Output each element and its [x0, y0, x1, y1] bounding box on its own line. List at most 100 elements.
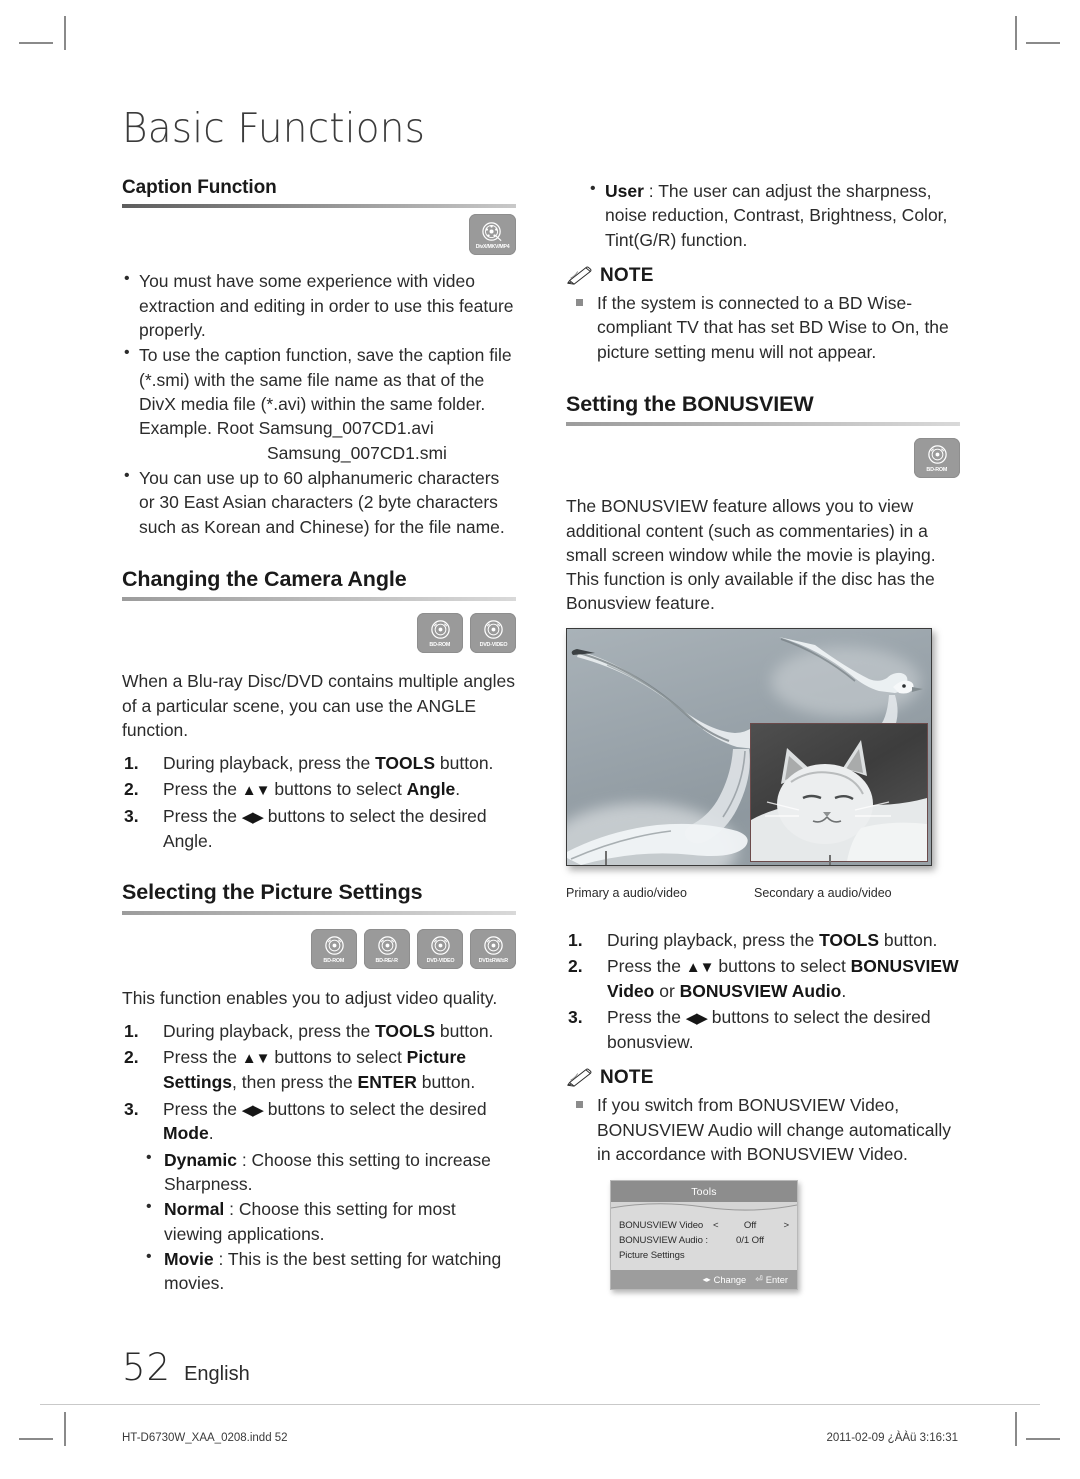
heading-rule — [566, 422, 960, 427]
osd-title: Tools — [611, 1181, 797, 1203]
note-label: NOTE — [600, 1067, 654, 1089]
step-text: Press the — [163, 779, 242, 800]
picture-settings-steps: During playback, press the TOOLS button.… — [122, 1019, 516, 1146]
step-bold: Mode — [163, 1123, 209, 1144]
crop-mark-top-left-vertical — [64, 16, 66, 50]
disc-icon — [482, 222, 502, 241]
osd-rows: BONUSVIEW Video < Off > BONUSVIEW Audio … — [611, 1215, 797, 1271]
step-text-mid-2: or — [654, 980, 680, 1001]
osd-enter-label: Enter — [765, 1274, 788, 1285]
osd-footer: ◂▸ Change ⏎ Enter — [611, 1270, 797, 1290]
updown-arrows-icon: ▲▼ — [241, 1050, 271, 1068]
media-badge-dvd-video: DVD-VIDEO — [470, 613, 516, 654]
page-title: Basic Functions — [122, 104, 426, 152]
step-text-post: . — [841, 980, 847, 1001]
step-text-post: button. — [435, 1021, 494, 1042]
section-caption-function: Caption Function DivX/MKV/MP4 • You must… — [122, 177, 516, 539]
seagull-wing-foreground — [567, 823, 748, 865]
leftright-arrows-icon: ◀▶ — [241, 809, 264, 827]
list-item: You must have some experience with video… — [122, 268, 516, 342]
step-text-mid: buttons to select — [269, 1047, 407, 1068]
step-text: Press the — [607, 956, 686, 977]
picture-mode-list: Dynamic : Choose this setting to increas… — [144, 1147, 516, 1296]
osd-row-bonusview-video[interactable]: BONUSVIEW Video < Off > — [619, 1218, 789, 1233]
disc-icon — [483, 620, 503, 639]
note-label: NOTE — [600, 264, 654, 286]
list-item: If you switch from BONUSVIEW Video, BONU… — [566, 1093, 960, 1166]
list-item: Press the ▲▼ buttons to select BONUSVIEW… — [566, 954, 960, 1003]
crop-mark-bottom-right-horizontal — [1026, 1438, 1060, 1440]
step-text: Press the — [607, 1007, 686, 1028]
cat-illustration — [751, 739, 927, 861]
note-header: NOTE — [566, 1067, 960, 1089]
leader-line-primary — [605, 850, 607, 865]
media-badge-dvd-rw-r: DVD±RW/±R — [470, 928, 516, 969]
pencil-icon — [567, 1068, 592, 1088]
step-bold: Angle — [406, 779, 456, 800]
disc-icon — [324, 936, 344, 955]
step-text-post: button. — [435, 753, 494, 774]
camera-angle-steps: During playback, press the TOOLS button.… — [122, 751, 516, 853]
crop-mark-bottom-right-vertical — [1015, 1412, 1017, 1446]
pencil-icon — [567, 266, 592, 285]
bonusview-intro: The BONUSVIEW feature allows you to view… — [566, 496, 936, 614]
heading-rule — [122, 910, 516, 915]
list-item: Press the ▲▼ buttons to select Picture S… — [122, 1045, 516, 1094]
crop-mark-bottom-left-horizontal — [19, 1438, 53, 1440]
leftright-arrows-icon: ◀▶ — [685, 1010, 708, 1028]
osd-row-picture-settings[interactable]: Picture Settings — [619, 1248, 789, 1263]
osd-row-key: BONUSVIEW Video — [619, 1220, 704, 1232]
section-picture-settings: Selecting the Picture Settings BD-ROM BD… — [122, 880, 516, 1295]
osd-change-label: Change — [713, 1274, 747, 1285]
osd-row-value: 0/1 Off — [736, 1235, 764, 1247]
mode-name: Movie — [164, 1249, 214, 1269]
media-badge-divx: DivX/MKV/MP4 — [469, 214, 516, 256]
step-bold-2: BONUSVIEW Audio — [679, 980, 842, 1001]
left-arrow-icon[interactable]: < — [713, 1220, 723, 1231]
note-list-1: If the system is connected to a BD Wise-… — [566, 291, 960, 364]
media-badge-label: DVD-VIDEO — [426, 957, 454, 964]
osd-row-bonusview-audio[interactable]: BONUSVIEW Audio : 0/1 Off — [619, 1233, 789, 1248]
osd-enter-hint: ⏎ Enter — [755, 1274, 788, 1285]
two-column-layout: Caption Function DivX/MKV/MP4 • You must… — [122, 177, 960, 1297]
crop-mark-bottom-left-vertical — [64, 1412, 66, 1446]
heading-rule — [122, 204, 516, 209]
osd-row-key: BONUSVIEW Audio : — [619, 1235, 708, 1247]
list-item: You can use up to 60 alphanumeric charac… — [122, 465, 516, 539]
media-badge-label: DivX/MKV/MP4 — [475, 243, 510, 250]
list-item: Normal : Choose this setting for most vi… — [144, 1196, 516, 1246]
step-bold: TOOLS — [819, 929, 880, 950]
disc-icon — [377, 936, 397, 955]
primary-video-photo — [566, 627, 932, 866]
step-text: Press the — [163, 806, 242, 827]
step-text-post: button. — [879, 929, 938, 950]
page-language: English — [184, 1363, 250, 1385]
section-camera-angle: Changing the Camera Angle BD-ROM DVD-VID… — [122, 567, 516, 854]
list-item: Press the ◀▶ buttons to select the desir… — [566, 1005, 960, 1054]
camera-angle-intro: When a Blu-ray Disc/DVD contains multipl… — [122, 671, 515, 740]
enter-icon: ⏎ — [755, 1274, 763, 1285]
section-bonusview: Setting the BONUSVIEW BD-ROM The BONUSVI… — [566, 392, 960, 1055]
mode-name: User — [605, 181, 644, 201]
leader-line-secondary — [829, 854, 831, 865]
badge-group-caption: DivX/MKV/MP4 — [122, 214, 516, 256]
disc-icon — [927, 445, 947, 465]
list-item: Press the ▲▼ buttons to select Angle. — [122, 777, 516, 802]
step-text-post: . — [208, 1123, 214, 1144]
list-item: To use the caption function, save the ca… — [122, 342, 516, 465]
osd-row-value: Off — [743, 1220, 757, 1232]
osd-wave-divider — [611, 1202, 797, 1216]
heading-picture-settings: Selecting the Picture Settings — [122, 880, 423, 905]
right-arrow-icon[interactable]: > — [777, 1220, 789, 1231]
media-badge-dvd-video: DVD-VIDEO — [417, 928, 463, 969]
footer-filename: HT-D6730W_XAA_0208.indd 52 — [122, 1432, 288, 1444]
step-text-mid: buttons to select the desired — [262, 1098, 487, 1119]
heading-bonusview: Setting the BONUSVIEW — [566, 391, 814, 416]
page-number-block: 52 English — [122, 1346, 250, 1389]
step-text-post-2: button. — [416, 1072, 476, 1093]
list-item: Movie : This is the best setting for wat… — [144, 1246, 516, 1296]
step-text-post: , then press the — [232, 1072, 358, 1093]
leftright-arrows-icon: ◂▸ — [702, 1275, 711, 1285]
wave-shape — [611, 1203, 797, 1216]
updown-arrows-icon: ▲▼ — [685, 959, 715, 977]
